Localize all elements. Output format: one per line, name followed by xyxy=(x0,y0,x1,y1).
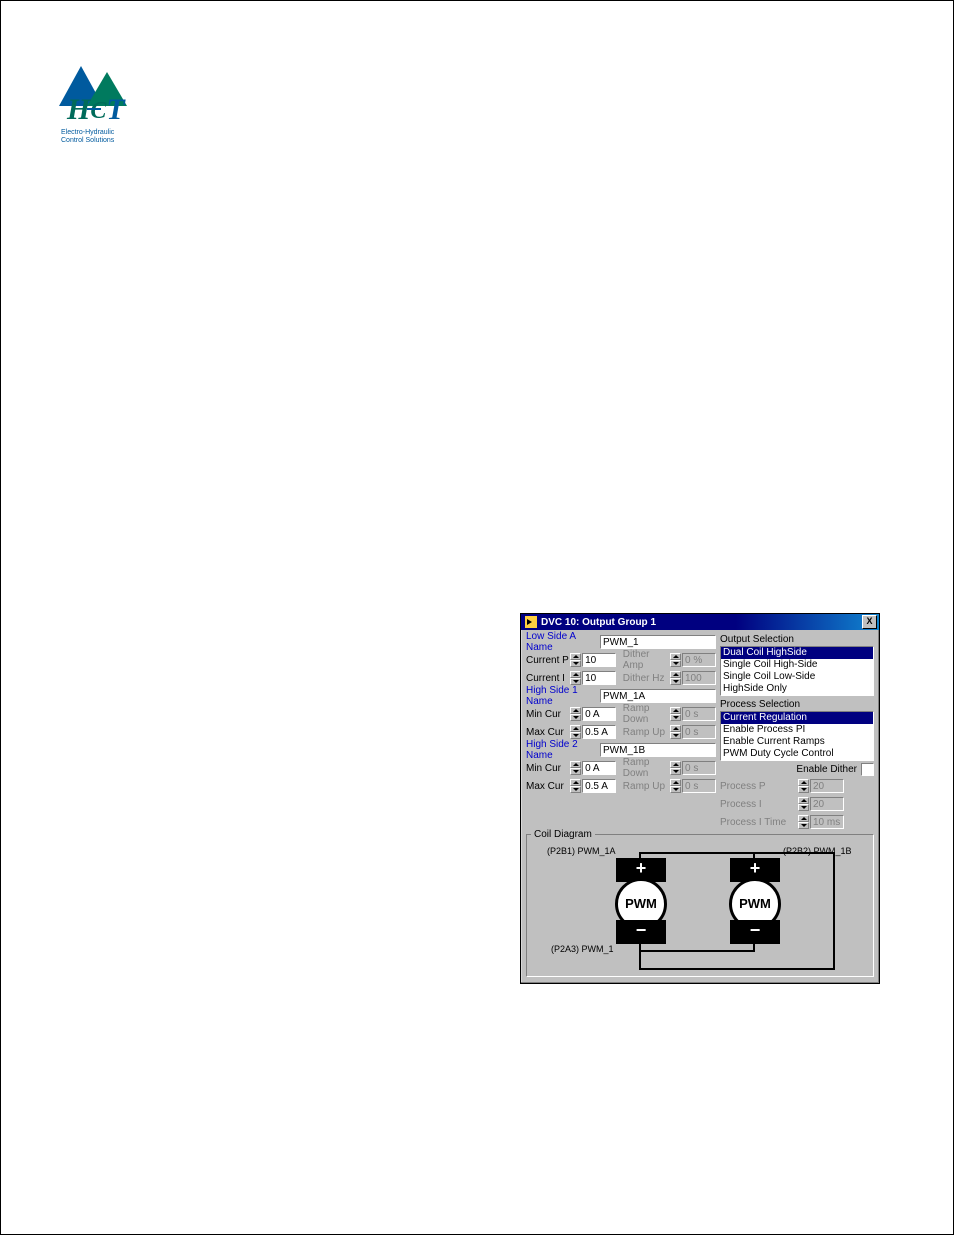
close-icon: X xyxy=(866,616,872,626)
company-logo: HCT Electro-Hydraulic Control Solutions xyxy=(59,61,159,151)
dither-hz-label: Dither Hz xyxy=(623,673,670,684)
hs1-max-label: Max Cur xyxy=(526,727,570,738)
hs2-ramp-down-label: Ramp Down xyxy=(623,757,670,779)
output-option-2: Single Coil Low-Side xyxy=(721,671,873,683)
process-option-3: PWM Duty Cycle Control xyxy=(721,748,873,760)
current-i-label: Current I xyxy=(526,673,570,684)
current-p-label: Current P xyxy=(526,655,570,666)
hs2-min-spinner[interactable]: 0 A xyxy=(570,761,616,775)
hs2-max-label: Max Cur xyxy=(526,781,570,792)
coil-label-bottom: (P2A3) PWM_1 xyxy=(551,944,614,954)
process-i-time-label: Process I Time xyxy=(720,817,798,828)
hs2-ramp-up-spinner: 0 s xyxy=(670,779,716,793)
enable-dither-label: Enable Dither xyxy=(796,764,857,775)
current-p-spinner[interactable]: 10 xyxy=(570,653,616,667)
hs2-ramp-up-label: Ramp Up xyxy=(623,781,670,792)
hs2-min-label: Min Cur xyxy=(526,763,570,774)
hs2-ramp-down-spinner: 0 s xyxy=(670,761,716,775)
dither-amp-label: Dither Amp xyxy=(623,649,670,671)
dialog-title: DVC 10: Output Group 1 xyxy=(541,617,656,628)
high-side-2-label: High Side 2 Name xyxy=(526,739,600,761)
process-option-0: Current Regulation xyxy=(721,712,873,724)
process-p-label: Process P xyxy=(720,781,798,792)
coil-diagram-group: Coil Diagram + PWM − + xyxy=(526,834,874,977)
dialog-icon xyxy=(525,616,537,628)
process-option-2: Enable Current Ramps xyxy=(721,736,873,748)
dialog-titlebar[interactable]: DVC 10: Output Group 1 X xyxy=(521,614,879,630)
process-selection-list[interactable]: Current Regulation Enable Process PI Ena… xyxy=(720,711,874,761)
output-option-0: Dual Coil HighSide xyxy=(721,647,873,659)
output-group-dialog: DVC 10: Output Group 1 X Low Side A Name… xyxy=(520,613,880,984)
hs1-ramp-down-spinner: 0 s xyxy=(670,707,716,721)
process-i-label: Process I xyxy=(720,799,798,810)
hs1-min-label: Min Cur xyxy=(526,709,570,720)
output-selection-label: Output Selection xyxy=(720,634,874,645)
coil-label-a: (P2B1) PWM_1A xyxy=(547,846,616,856)
high-side-2-input[interactable]: PWM_1B xyxy=(600,743,716,757)
low-side-a-input[interactable]: PWM_1 xyxy=(600,635,716,649)
process-i-time-spinner: 10 ms xyxy=(798,815,844,829)
logo-tagline-1: Electro-Hydraulic xyxy=(61,129,114,136)
process-i-spinner: 20 xyxy=(798,797,844,811)
dither-hz-spinner: 100 xyxy=(670,671,716,685)
output-option-3: HighSide Only xyxy=(721,683,873,695)
dither-amp-spinner: 0 % xyxy=(670,653,716,667)
low-side-a-label: Low Side A Name xyxy=(526,631,600,653)
process-selection-label: Process Selection xyxy=(720,699,874,710)
high-side-1-label: High Side 1 Name xyxy=(526,685,600,707)
output-selection-list[interactable]: Dual Coil HighSide Single Coil High-Side… xyxy=(720,646,874,696)
current-i-spinner[interactable]: 10 xyxy=(570,671,616,685)
enable-dither-checkbox[interactable] xyxy=(861,763,874,776)
logo-tagline-2: Control Solutions xyxy=(61,137,114,144)
close-button[interactable]: X xyxy=(862,615,877,629)
coil-diagram: + PWM − + PWM − xyxy=(531,842,869,972)
coil-label-b: (P2B2) PWM_1B xyxy=(783,846,852,856)
hs1-ramp-down-label: Ramp Down xyxy=(623,703,670,725)
coil-diagram-legend: Coil Diagram xyxy=(531,829,595,840)
process-option-1: Enable Process PI xyxy=(721,724,873,736)
output-option-1: Single Coil High-Side xyxy=(721,659,873,671)
hs1-ramp-up-spinner: 0 s xyxy=(670,725,716,739)
process-p-spinner: 20 xyxy=(798,779,844,793)
high-side-1-input[interactable]: PWM_1A xyxy=(600,689,716,703)
hs1-ramp-up-label: Ramp Up xyxy=(623,727,670,738)
hs1-min-spinner[interactable]: 0 A xyxy=(570,707,616,721)
hs1-max-spinner[interactable]: 0.5 A xyxy=(570,725,616,739)
hs2-max-spinner[interactable]: 0.5 A xyxy=(570,779,616,793)
